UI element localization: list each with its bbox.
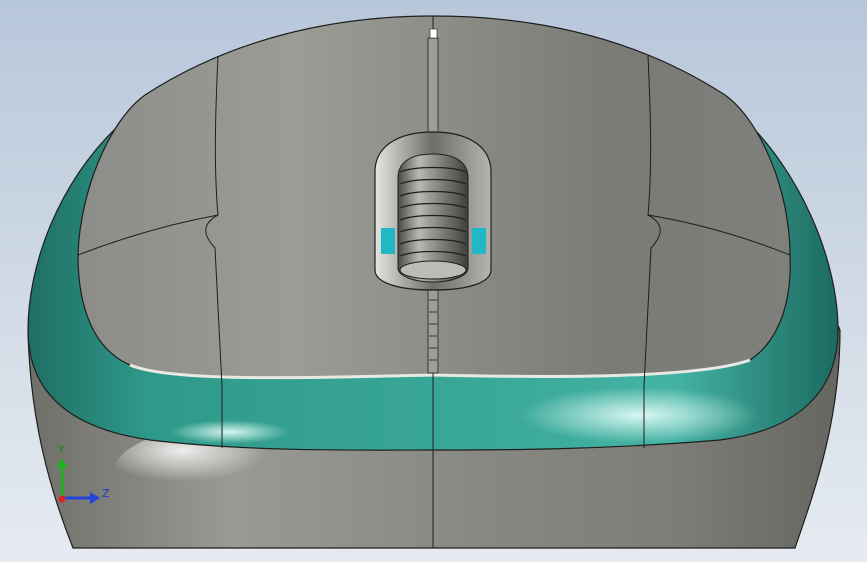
triad-y-label: Y: [58, 443, 65, 456]
wheel-well-accent-left: [381, 228, 395, 254]
triad-x-axis: [58, 495, 66, 503]
cad-3d-viewport[interactable]: Y Z: [0, 0, 867, 562]
slot-marker: [429, 28, 438, 39]
wheel-well-accent-right: [472, 228, 486, 254]
scroll-wheel[interactable]: [397, 153, 469, 283]
triad-z-label: Z: [102, 487, 110, 500]
grip-highlight: [520, 387, 760, 443]
grip-highlight-left: [170, 420, 290, 444]
mouse-3d-model[interactable]: [0, 0, 867, 562]
